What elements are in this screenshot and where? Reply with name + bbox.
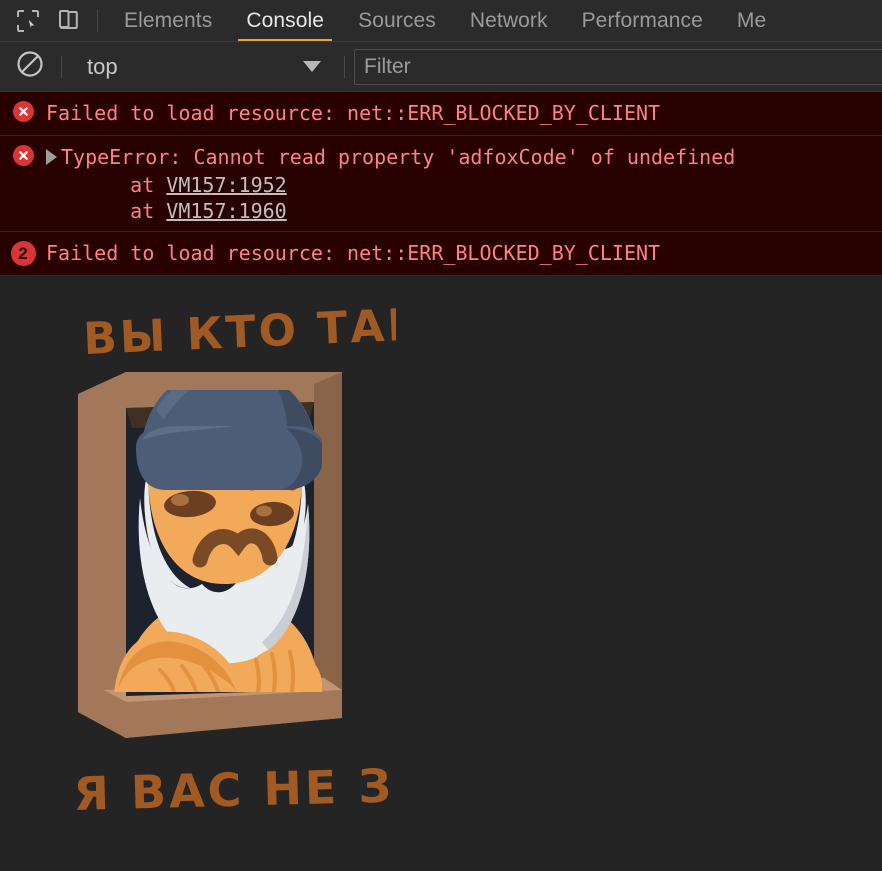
window-frame-right-jamb <box>314 372 342 718</box>
console-message-gutter <box>0 142 46 166</box>
clear-console-button[interactable] <box>8 45 52 89</box>
execution-context-selector[interactable]: top <box>71 50 335 84</box>
tab-performance-label: Performance <box>581 8 703 32</box>
console-toolbar-divider-2 <box>344 55 345 78</box>
device-toolbar-button[interactable] <box>48 3 88 39</box>
tab-memory[interactable]: Me <box>720 0 783 41</box>
character-left-eye-highlight <box>171 494 189 506</box>
stack-frame-link[interactable]: VM157:1952 <box>166 173 286 197</box>
tab-network[interactable]: Network <box>453 0 565 41</box>
console-message-body: TypeError: Cannot read property 'adfoxCo… <box>46 142 882 224</box>
console-message-body: Failed to load resource: net::ERR_BLOCKE… <box>46 98 882 128</box>
stack-frame: at VM157:1960 <box>46 198 882 224</box>
chevron-down-icon <box>303 61 321 72</box>
devtools-tabbar: Elements Console Sources Network Perform… <box>0 0 882 42</box>
error-circle-icon <box>12 145 34 166</box>
console-message-body: Failed to load resource: net::ERR_BLOCKE… <box>46 238 882 268</box>
sticker-bottom-caption: Я ВАС НЕ ЗВАЛ <box>73 756 396 821</box>
console-message-list: Failed to load resource: net::ERR_BLOCKE… <box>0 92 882 276</box>
message-count-badge: 2 <box>10 241 36 266</box>
stack-frame-prefix: at <box>82 173 167 197</box>
tab-sources[interactable]: Sources <box>341 0 453 41</box>
console-message-text: Failed to load resource: net::ERR_BLOCKE… <box>46 241 661 265</box>
grumpy-old-man-in-window-sticker: ВЫ КТО ТАКИЕ ? Я ВАС НЕ ЗВАЛ ВЫ КТО ТАКИ… <box>56 298 396 868</box>
device-toolbar-icon <box>55 8 81 34</box>
console-message-headline[interactable]: TypeError: Cannot read property 'adfoxCo… <box>46 142 882 172</box>
error-circle-icon <box>12 101 34 122</box>
tab-sources-label: Sources <box>358 8 436 32</box>
page-content-area: ВЫ КТО ТАКИЕ ? Я ВАС НЕ ЗВАЛ ВЫ КТО ТАКИ… <box>0 276 882 871</box>
toolbar-divider <box>97 9 98 32</box>
tab-elements[interactable]: Elements <box>107 0 229 41</box>
clear-console-icon <box>15 49 45 84</box>
tab-performance[interactable]: Performance <box>565 0 720 41</box>
tab-console[interactable]: Console <box>229 0 341 41</box>
tab-elements-label: Elements <box>124 8 213 32</box>
console-message-text: Failed to load resource: net::ERR_BLOCKE… <box>46 101 661 125</box>
stack-frame-prefix: at <box>82 199 167 223</box>
console-message-gutter <box>0 98 46 122</box>
console-filter-box[interactable] <box>354 48 882 85</box>
inspect-element-icon <box>15 8 41 34</box>
stack-frame-link[interactable]: VM157:1960 <box>166 199 286 223</box>
character-right-eye-highlight <box>256 505 272 517</box>
chevron-right-icon[interactable] <box>46 149 57 165</box>
sticker-top-caption: ВЫ КТО ТАКИЕ ? <box>82 298 396 365</box>
tab-memory-label: Me <box>736 8 767 32</box>
console-message-row[interactable]: Failed to load resource: net::ERR_BLOCKE… <box>0 92 882 136</box>
tab-console-label: Console <box>246 8 325 32</box>
inspect-element-button[interactable] <box>8 3 48 39</box>
console-toolbar-divider-1 <box>61 55 62 78</box>
console-filter-toolbar: top <box>0 42 882 92</box>
stack-frame: at VM157:1952 <box>46 172 882 198</box>
sticker-artwork: ВЫ КТО ТАКИЕ ? <box>73 298 396 821</box>
console-filter-input[interactable] <box>355 54 882 79</box>
console-message-text: TypeError: Cannot read property 'adfoxCo… <box>61 145 736 169</box>
execution-context-value: top <box>87 53 118 79</box>
console-message-gutter: 2 <box>0 238 46 266</box>
console-message-row[interactable]: 2 Failed to load resource: net::ERR_BLOC… <box>0 232 882 276</box>
console-message-row[interactable]: TypeError: Cannot read property 'adfoxCo… <box>0 136 882 232</box>
tab-network-label: Network <box>469 8 548 32</box>
panel-tabs: Elements Console Sources Network Perform… <box>107 0 882 41</box>
